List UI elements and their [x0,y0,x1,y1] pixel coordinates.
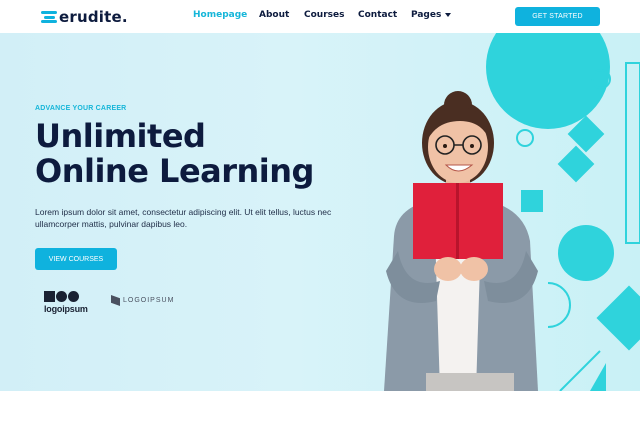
partner-logo-1: logoipsum [44,290,100,316]
hero-description: Lorem ipsum dolor sit amet, consectetur … [35,207,332,229]
page: erudite. Homepage About Courses Contact … [0,0,640,448]
hero-section: ADVANCE YOUR CAREER Unlimited Online Lea… [0,33,640,391]
logoipsum-flag-icon [111,295,120,306]
vertical-bar-shape [625,62,640,244]
partner-logo-2: LOGOIPSUM [111,295,174,306]
below-hero-area [0,391,640,448]
medium-circle-shape [558,225,614,281]
nav-item-about[interactable]: About [259,10,289,20]
partner-logo-2-text: LOGOIPSUM [123,297,175,304]
stacked-bars-logo-icon [41,11,57,23]
hero-title-line-2: Online Learning [35,152,314,190]
nav-item-pages-label: Pages [411,10,442,20]
get-started-button[interactable]: GET STARTED [515,7,600,26]
hero-title-line-1: Unlimited [35,117,206,155]
triangle-shape [590,363,606,391]
nav-item-homepage[interactable]: Homepage [193,10,247,20]
chevron-down-icon [445,13,452,17]
nav-item-contact[interactable]: Contact [358,10,397,20]
logo-text: erudite. [59,8,128,26]
hero-title: Unlimited Online Learning [35,119,365,189]
site-logo[interactable]: erudite. [41,8,128,26]
logoipsum-mark-icon [44,290,100,302]
nav-item-courses[interactable]: Courses [304,10,344,20]
partner-logo-1-text: logoipsum [44,304,88,314]
student-photo [384,91,538,391]
view-courses-button[interactable]: VIEW COURSES [35,248,117,270]
hero-eyebrow: ADVANCE YOUR CAREER [35,105,127,112]
nav-item-pages[interactable]: Pages [411,10,452,20]
site-header: erudite. Homepage About Courses Contact … [0,0,640,33]
diamond-shape-3 [596,285,640,351]
